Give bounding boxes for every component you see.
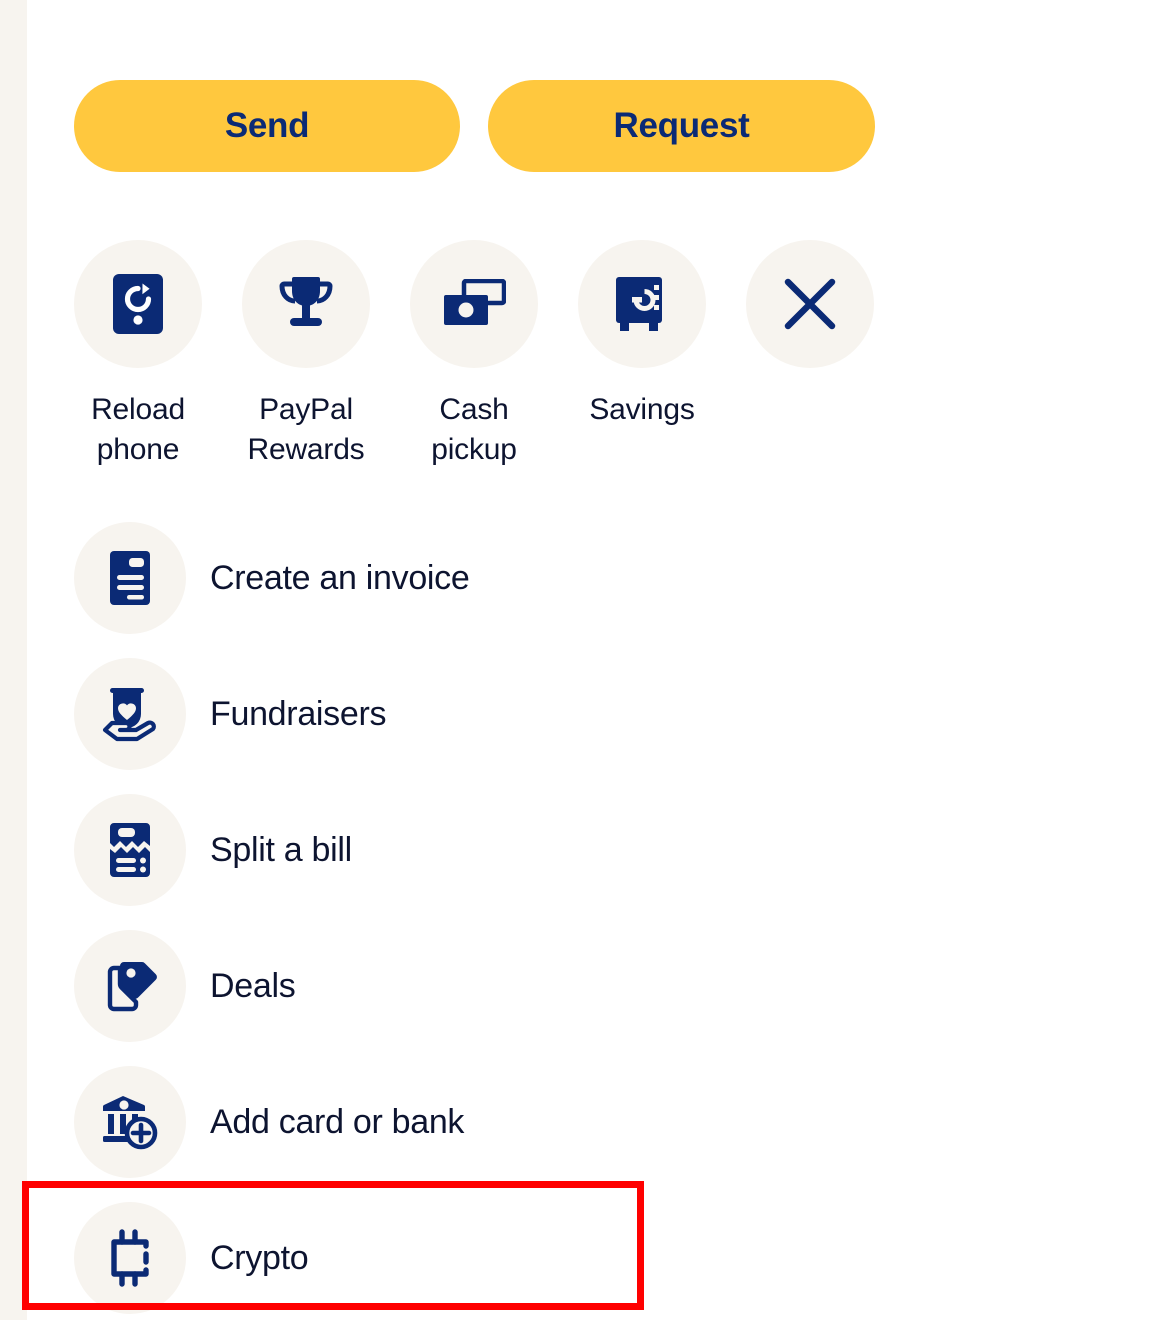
invoice-icon: [110, 551, 150, 605]
bank-plus-icon-circle: [74, 1066, 186, 1178]
chip-icon-circle: [74, 1202, 186, 1314]
list-item-add-card-or-bank[interactable]: Add card or bank: [74, 1054, 1074, 1190]
list-item-create-an-invoice[interactable]: Create an invoice: [74, 510, 1074, 646]
torn-receipt-icon-circle: [74, 794, 186, 906]
list-item-label: Crypto: [210, 1238, 309, 1277]
quick-action-close[interactable]: [746, 240, 874, 470]
app-screen: Send Request Reload phone PayPal Rewards…: [0, 0, 1174, 1320]
list-item-deals[interactable]: Deals: [74, 918, 1074, 1054]
quick-action-label: Reload phone: [91, 393, 185, 466]
reload-phone-icon: [113, 274, 163, 334]
quick-action-savings[interactable]: Savings: [578, 240, 706, 470]
close-icon-circle[interactable]: [746, 240, 874, 368]
list-item-split-a-bill[interactable]: Split a bill: [74, 782, 1074, 918]
quick-action-label: Savings: [589, 393, 695, 426]
list-item-fundraisers[interactable]: Fundraisers: [74, 646, 1074, 782]
list-item-label: Create an invoice: [210, 558, 470, 597]
action-list: Create an invoice Fundraisers Split a bi…: [74, 510, 1074, 1320]
torn-receipt-icon: [110, 823, 150, 877]
list-item-label: Split a bill: [210, 830, 352, 869]
trophy-icon: [279, 277, 333, 326]
hand-heart-icon-circle: [74, 658, 186, 770]
quick-action-reload-phone[interactable]: Reload phone: [74, 240, 202, 470]
safe-icon-circle: [578, 240, 706, 368]
quick-actions-row: Reload phone PayPal Rewards Cash pickup …: [74, 240, 874, 470]
bank-plus-icon: [102, 1096, 158, 1150]
price-tag-icon: [107, 962, 157, 1012]
hand-heart-icon: [102, 688, 156, 742]
cash-icon: [444, 279, 506, 325]
reload-phone-icon-circle: [74, 240, 202, 368]
close-icon[interactable]: [783, 277, 837, 331]
list-item-crypto[interactable]: Crypto: [74, 1190, 1074, 1320]
quick-action-label: PayPal Rewards: [247, 393, 365, 466]
cash-icon-circle: [410, 240, 538, 368]
price-tag-icon-circle: [74, 930, 186, 1042]
left-gutter-strip: [0, 0, 27, 1320]
quick-action-cash-pickup[interactable]: Cash pickup: [410, 240, 538, 470]
request-button[interactable]: Request: [488, 80, 875, 172]
chip-icon: [111, 1229, 149, 1287]
invoice-icon-circle: [74, 522, 186, 634]
list-item-label: Add card or bank: [210, 1102, 465, 1141]
quick-action-label: Cash pickup: [431, 393, 517, 466]
send-button[interactable]: Send: [74, 80, 460, 172]
list-item-label: Fundraisers: [210, 694, 387, 733]
quick-action-paypal-rewards[interactable]: PayPal Rewards: [242, 240, 370, 470]
primary-actions-row: Send Request: [74, 80, 875, 172]
safe-icon: [616, 277, 662, 331]
list-item-label: Deals: [210, 966, 296, 1005]
trophy-icon-circle: [242, 240, 370, 368]
